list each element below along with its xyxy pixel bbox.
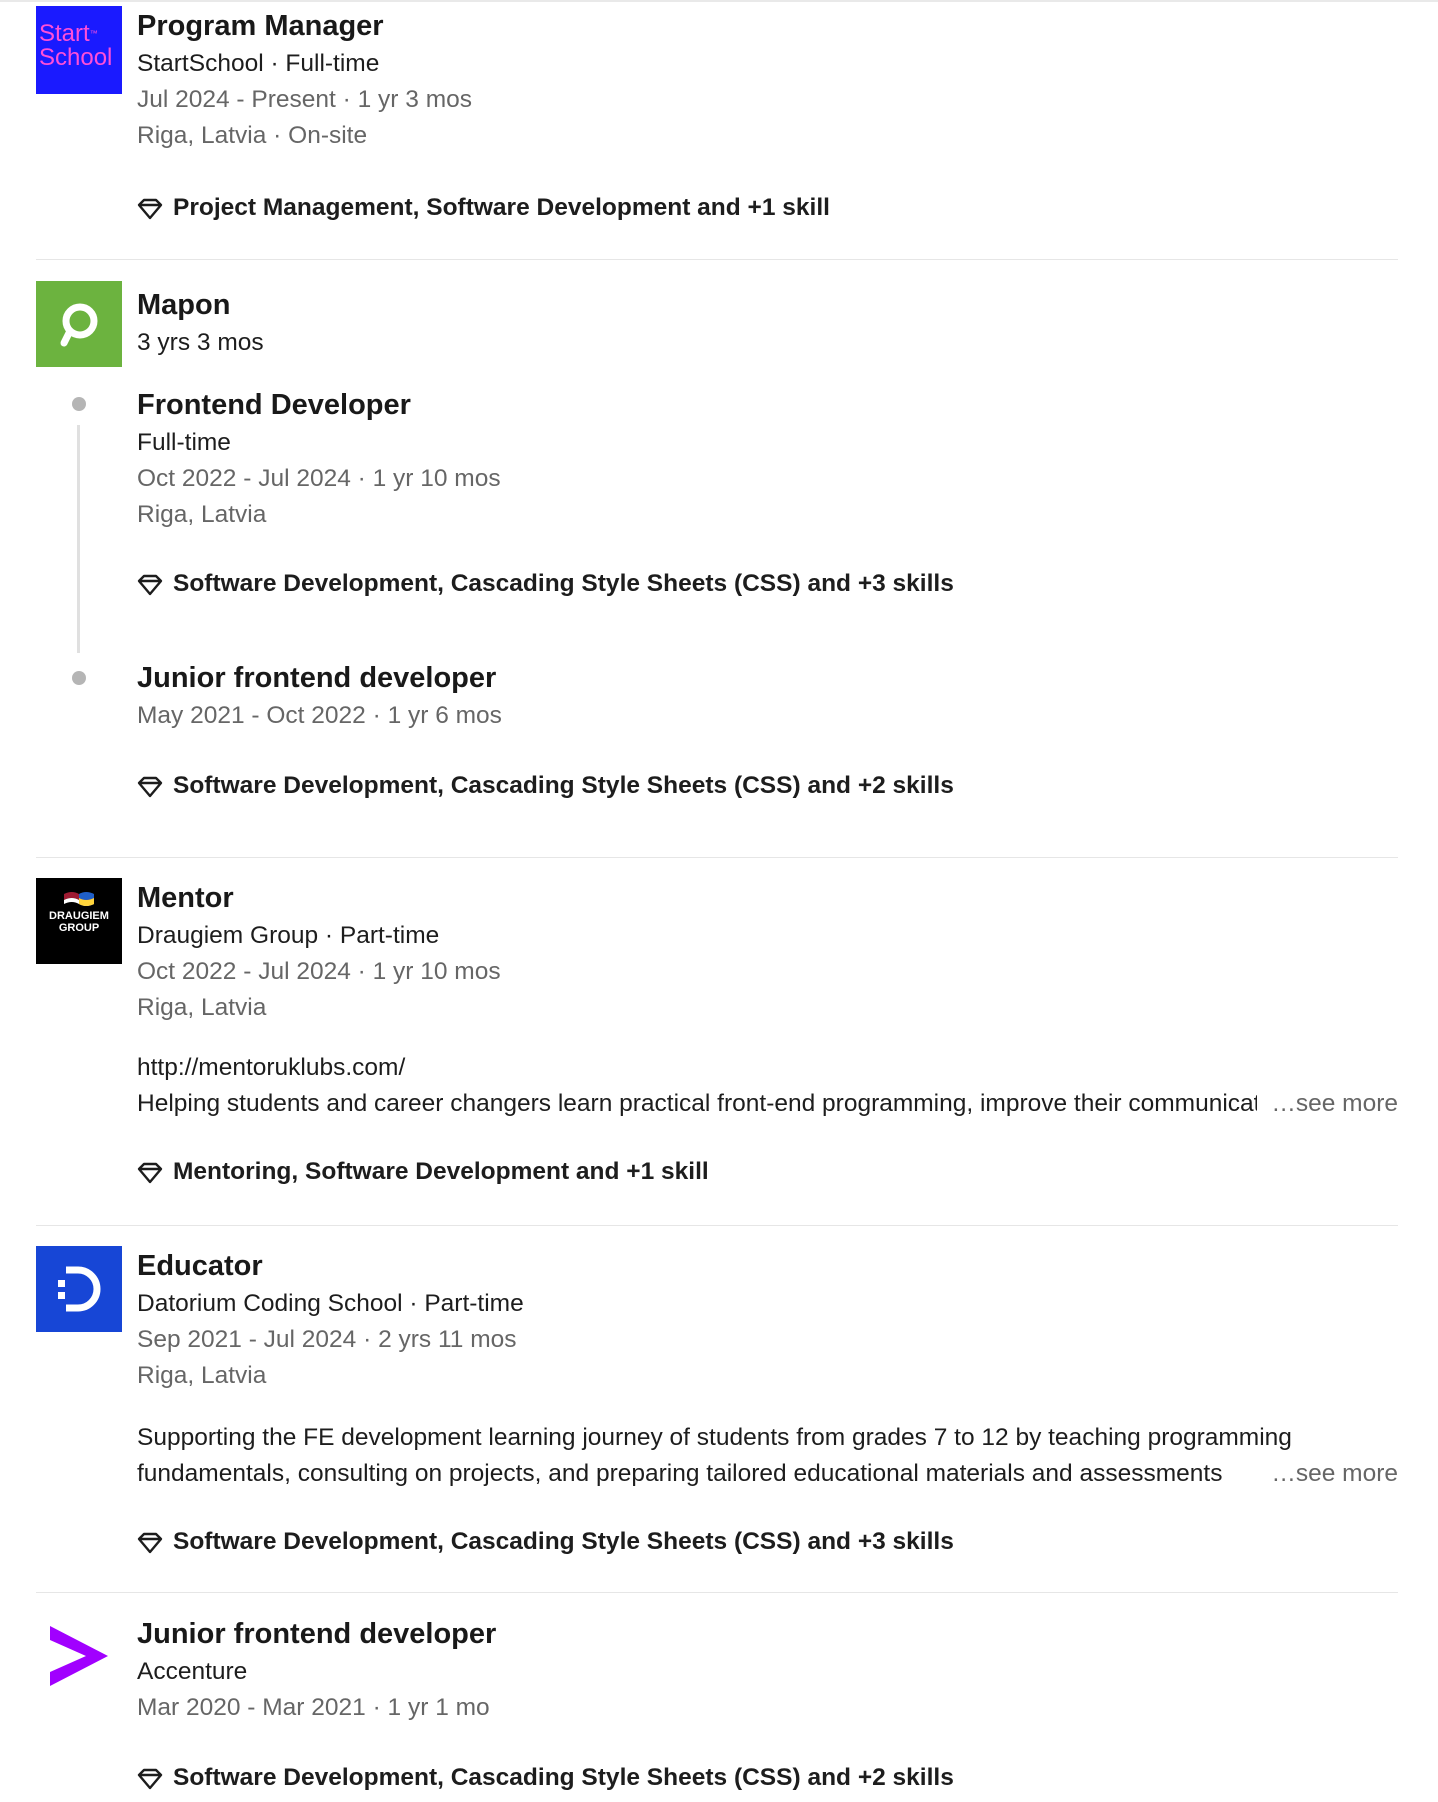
datorium-logo[interactable] — [36, 1246, 122, 1332]
logo-text: School — [39, 44, 113, 71]
job-title[interactable]: Mentor — [137, 878, 1398, 918]
skills-text: Software Development, Cascading Style Sh… — [173, 1528, 954, 1555]
accenture-logo[interactable] — [36, 1614, 122, 1700]
greater-than-icon — [50, 1626, 108, 1686]
diamond-icon — [137, 574, 163, 596]
diamond-icon — [137, 1532, 163, 1554]
description-text: fundamentals, consulting on projects, an… — [137, 1460, 1223, 1487]
date-range: Oct 2022 - Jul 2024 · 1 yr 10 mos — [137, 465, 501, 492]
skills-text: Mentoring, Software Development and +1 s… — [173, 1158, 709, 1185]
experience-section: Start™ School Program Manager StartSchoo… — [0, 0, 1438, 1802]
entry-content: Mapon 3 yrs 3 mos — [137, 285, 1398, 361]
timeline-dot — [72, 671, 86, 685]
job-title[interactable]: Frontend Developer — [137, 385, 1398, 425]
startschool-logo[interactable]: Start™ School — [36, 6, 122, 94]
experience-entry-startschool: Start™ School Program Manager StartSchoo… — [36, 6, 1398, 226]
location: Riga, Latvia — [137, 501, 267, 528]
mapon-logo[interactable] — [36, 281, 122, 367]
company-line: Datorium Coding School · Part-time — [137, 1290, 524, 1317]
experience-entry-accenture: Junior frontend developer Accenture Mar … — [36, 1614, 1398, 1802]
entry-content: Junior frontend developer Accenture Mar … — [137, 1614, 1398, 1726]
date-range: Sep 2021 - Jul 2024 · 2 yrs 11 mos — [137, 1326, 517, 1353]
company-line: Draugiem Group · Part-time — [137, 922, 440, 949]
experience-entry-mapon: Mapon 3 yrs 3 mos Frontend Developer Ful… — [36, 281, 1398, 841]
description-link[interactable]: http://mentoruklubs.com/ — [137, 1050, 1398, 1086]
date-range: Jul 2024 - Present · 1 yr 3 mos — [137, 86, 472, 113]
logo-text: DRAUGIEM — [49, 910, 109, 922]
date-range: May 2021 - Oct 2022 · 1 yr 6 mos — [137, 702, 502, 729]
experience-entry-datorium: Educator Datorium Coding School · Part-t… — [36, 1246, 1398, 1576]
logo-text: ™ — [89, 29, 98, 38]
entry-content: Educator Datorium Coding School · Part-t… — [137, 1246, 1398, 1394]
job-title[interactable]: Junior frontend developer — [137, 658, 1398, 698]
company-name[interactable]: Mapon — [137, 285, 1398, 325]
description-text: Helping students and career changers lea… — [137, 1090, 1294, 1117]
diamond-icon — [137, 1162, 163, 1184]
logo-text: GROUP — [58, 922, 100, 934]
d-logo-icon — [58, 1266, 101, 1312]
timeline-line — [77, 425, 80, 653]
skills-text: Project Management, Software Development… — [173, 194, 830, 221]
location: Riga, Latvia — [137, 1362, 267, 1389]
diamond-icon — [137, 1768, 163, 1790]
see-more-button[interactable]: …see more — [1257, 1456, 1398, 1492]
job-title[interactable]: Program Manager — [137, 6, 1398, 46]
skills-text: Software Development, Cascading Style Sh… — [173, 1764, 954, 1791]
draugiem-logo[interactable]: DRAUGIEM GROUP — [36, 878, 122, 964]
experience-entry-draugiem: DRAUGIEM GROUP Mentor Draugiem Group · P… — [36, 878, 1398, 1208]
skills-text: Software Development, Cascading Style Sh… — [173, 570, 954, 597]
diamond-icon — [137, 776, 163, 798]
job-title[interactable]: Junior frontend developer — [137, 1614, 1398, 1654]
description-text: Supporting the FE development learning j… — [137, 1424, 1292, 1451]
date-range: Mar 2020 - Mar 2021 · 1 yr 1 mo — [137, 1694, 490, 1721]
employment-type: Full-time — [137, 429, 231, 456]
logo-text: Start — [39, 20, 90, 47]
description: Helping students and career changers lea… — [137, 1086, 1398, 1122]
location: Riga, Latvia — [137, 994, 267, 1021]
divider — [36, 1592, 1398, 1593]
entry-content: Program Manager StartSchool · Full-time … — [137, 6, 1398, 154]
timeline-dot — [72, 397, 86, 411]
total-duration: 3 yrs 3 mos — [137, 329, 264, 356]
divider — [36, 259, 1398, 260]
skills-text: Software Development, Cascading Style Sh… — [173, 772, 954, 799]
role-content: Junior frontend developer May 2021 - Oct… — [137, 658, 1398, 734]
diamond-icon — [137, 198, 163, 220]
role-content: Frontend Developer Full-time Oct 2022 - … — [137, 385, 1398, 533]
company-name: Accenture — [137, 1658, 248, 1685]
entry-content: Mentor Draugiem Group · Part-time Oct 20… — [137, 878, 1398, 1026]
divider — [36, 857, 1398, 858]
description: fundamentals, consulting on projects, an… — [137, 1456, 1398, 1492]
location: Riga, Latvia · On-site — [137, 122, 368, 149]
date-range: Oct 2022 - Jul 2024 · 1 yr 10 mos — [137, 958, 501, 985]
description: Supporting the FE development learning j… — [137, 1420, 1398, 1456]
job-title[interactable]: Educator — [137, 1246, 1398, 1286]
company-line: StartSchool · Full-time — [137, 50, 380, 77]
see-more-button[interactable]: …see more — [1257, 1086, 1398, 1122]
magnifier-pin-icon — [60, 303, 98, 347]
divider — [36, 1225, 1398, 1226]
